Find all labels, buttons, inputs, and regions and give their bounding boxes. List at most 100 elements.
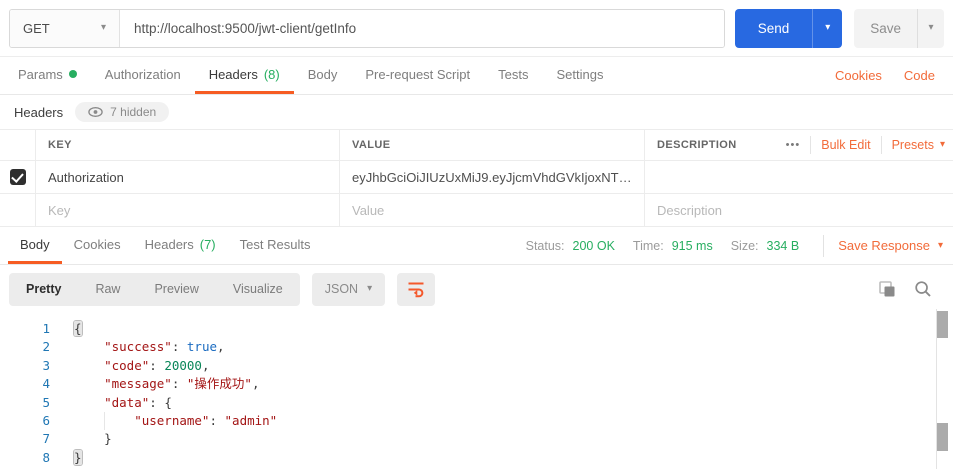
code-token: } [74, 431, 112, 447]
scrollbar-thumb[interactable] [937, 423, 948, 451]
status-value: 200 OK [572, 238, 615, 253]
row-checkbox-checked[interactable] [9, 169, 26, 185]
request-tab-links: Cookies Code [835, 57, 949, 94]
format-dropdown[interactable]: JSON ▾ [311, 272, 386, 306]
code-token: "admin" [224, 412, 278, 428]
view-preview[interactable]: Preview [137, 282, 215, 296]
chevron-down-icon: ▾ [928, 22, 934, 33]
save-button[interactable]: Save [854, 9, 917, 48]
view-raw[interactable]: Raw [78, 282, 137, 296]
tab-body[interactable]: Body [294, 57, 352, 94]
wrap-text-icon [408, 282, 424, 298]
headers-subheader: Headers 7 hidden [0, 95, 953, 129]
copy-button[interactable] [878, 280, 896, 298]
response-tab-test-results[interactable]: Test Results [228, 227, 323, 264]
format-label: JSON [324, 282, 359, 296]
code-token: "username" [74, 412, 210, 428]
tab-authorization[interactable]: Authorization [91, 57, 195, 94]
code-line: { [74, 320, 277, 338]
chevron-down-icon: ▾ [825, 22, 831, 33]
code-token: 20000 [164, 357, 202, 373]
hidden-headers-label: 7 hidden [110, 105, 157, 119]
chevron-down-icon: ▾ [939, 139, 945, 150]
search-icon [915, 281, 931, 297]
hidden-headers-badge[interactable]: 7 hidden [75, 102, 170, 122]
search-button[interactable] [914, 280, 932, 298]
bulk-edit-link[interactable]: Bulk Edit [821, 138, 870, 152]
presets-dropdown[interactable]: Presets ▾ [892, 138, 945, 152]
new-value-input[interactable]: Value [340, 194, 645, 226]
send-options-button[interactable]: ▾ [812, 8, 842, 48]
new-key-input[interactable]: Key [36, 194, 340, 226]
tab-settings-label: Settings [556, 66, 604, 82]
select-all-cell [0, 130, 36, 160]
code-token: : [171, 339, 187, 355]
line-number: 7 [42, 431, 50, 447]
response-body-editor: 1 2 3 4 5 6 7 8 { "success": true, "code… [0, 309, 953, 469]
save-button-group: Save ▾ [854, 8, 944, 48]
new-description-input[interactable]: Description [645, 194, 953, 226]
method-select[interactable]: GET ▾ [10, 9, 120, 47]
response-tab-headers[interactable]: Headers (7) [133, 227, 228, 264]
code-token: : { [149, 394, 172, 410]
send-label: Send [757, 20, 790, 36]
code-token: "message" [74, 376, 172, 392]
more-options-icon[interactable]: ••• [786, 139, 801, 151]
tab-headers-count: (8) [263, 66, 280, 82]
tab-prerequest-script[interactable]: Pre-request Script [351, 57, 484, 94]
code-token: "操作成功" [186, 376, 252, 392]
view-visualize[interactable]: Visualize [216, 282, 300, 296]
code-token: } [74, 449, 82, 465]
column-description: DESCRIPTION [657, 139, 737, 151]
code-token: "data" [74, 394, 150, 410]
response-tab-cookies[interactable]: Cookies [62, 227, 133, 264]
column-description-cell: DESCRIPTION ••• Bulk Edit Presets ▾ [645, 130, 953, 160]
line-number: 3 [42, 357, 50, 373]
url-input[interactable] [120, 9, 724, 47]
code-token: true [186, 339, 218, 355]
response-tab-headers-label: Headers [144, 236, 194, 252]
header-description-cell[interactable] [645, 161, 953, 193]
code-token: : [149, 357, 165, 373]
view-switcher: Pretty Raw Preview Visualize [9, 272, 300, 306]
response-toolbar: Pretty Raw Preview Visualize JSON ▾ [0, 265, 953, 313]
tab-params[interactable]: Params [4, 57, 91, 94]
params-active-dot-icon [68, 70, 77, 78]
time-label: Time: [632, 238, 664, 253]
save-response-dropdown[interactable]: Save Response ▾ [838, 238, 943, 253]
line-number-gutter: 1 2 3 4 5 6 7 8 [0, 320, 56, 469]
tab-tests-label: Tests [498, 66, 529, 82]
tab-settings[interactable]: Settings [542, 57, 617, 94]
save-label: Save [870, 20, 901, 36]
line-number: 8 [42, 449, 50, 465]
code-token: "code" [74, 357, 150, 373]
wrap-lines-button[interactable] [397, 272, 436, 306]
header-value-cell[interactable]: eyJhbGciOiJIUzUxMiJ9.eyJjcmVhdGVkIjoxNTg… [340, 161, 645, 193]
response-tab-test-results-label: Test Results [239, 236, 311, 252]
send-button[interactable]: Send [735, 9, 813, 48]
save-options-button[interactable]: ▾ [917, 8, 944, 48]
size-label: Size: [730, 238, 759, 253]
header-key-cell[interactable]: Authorization [36, 161, 340, 193]
chevron-down-icon: ▾ [937, 239, 943, 251]
copy-icon [879, 281, 895, 297]
eye-icon [88, 107, 103, 117]
code-line: "username": "admin" [74, 411, 278, 431]
cookies-link[interactable]: Cookies [835, 68, 882, 83]
code-token: : [209, 412, 225, 428]
code-line: "code": 20000, [74, 357, 277, 375]
divider [880, 136, 882, 154]
response-tab-body[interactable]: Body [8, 227, 62, 264]
headers-table-header: KEY VALUE DESCRIPTION ••• Bulk Edit Pres… [0, 130, 953, 161]
header-row-authorization: Authorization eyJhbGciOiJIUzUxMiJ9.eyJjc… [0, 161, 953, 194]
tab-tests[interactable]: Tests [484, 57, 542, 94]
divider [810, 136, 812, 154]
tab-headers[interactable]: Headers (8) [194, 57, 294, 94]
tab-prerequest-label: Pre-request Script [365, 66, 471, 82]
code-line: "message": "操作成功", [74, 375, 277, 393]
scrollbar-thumb[interactable] [937, 311, 948, 338]
code-link[interactable]: Code [904, 68, 935, 83]
table-actions: ••• Bulk Edit Presets ▾ [786, 136, 945, 154]
postman-request-view: GET ▾ Send ▾ Save ▾ Params [0, 0, 953, 469]
view-pretty[interactable]: Pretty [9, 282, 78, 296]
